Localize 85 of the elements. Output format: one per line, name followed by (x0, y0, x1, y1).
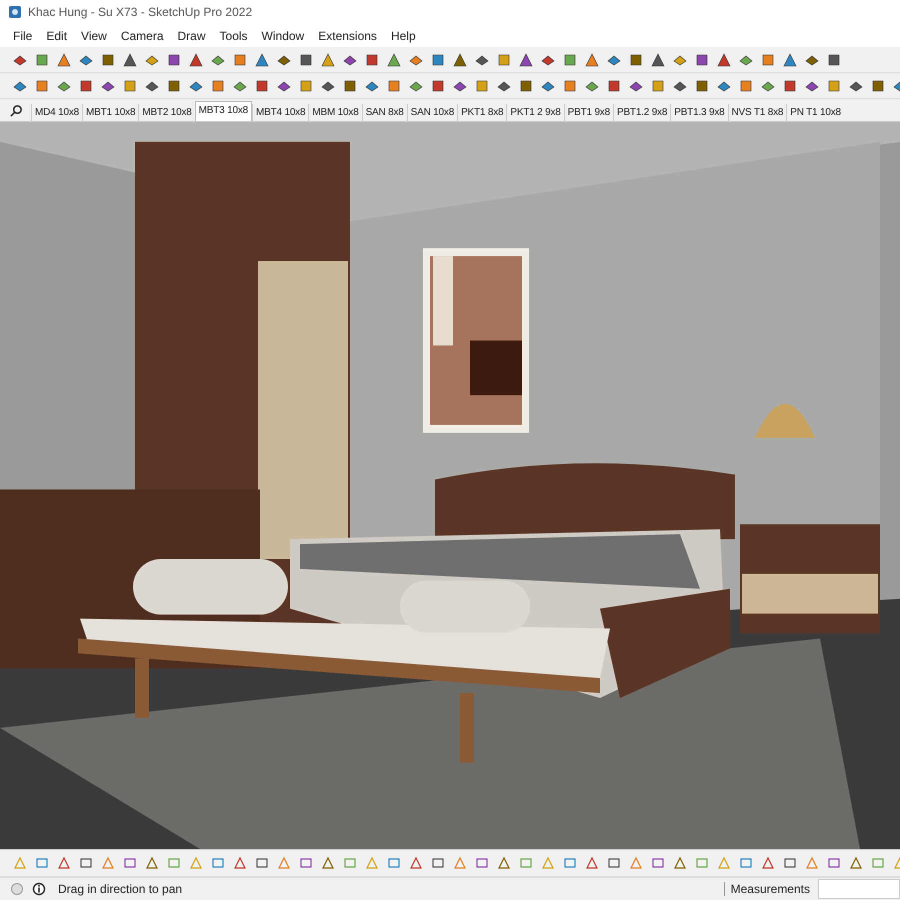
toolbar-icon[interactable] (826, 78, 842, 94)
measurements-label: Measurements (724, 882, 810, 896)
toolbar-icon[interactable] (694, 52, 710, 68)
toolbar-icon[interactable] (628, 52, 644, 68)
scene-tab[interactable]: MBT4 10x8 (252, 104, 308, 121)
status-hint: Drag in direction to pan (58, 882, 184, 896)
menu-item[interactable]: Help (384, 28, 423, 42)
toolbar-icon[interactable] (254, 52, 270, 68)
scene-tab[interactable]: PBT1.3 9x8 (670, 104, 728, 121)
scene-tab[interactable]: SAN 10x8 (406, 104, 458, 121)
toolbar-icon[interactable] (34, 78, 50, 94)
toolbar-icon[interactable] (122, 78, 138, 94)
toolbar-icon[interactable] (386, 78, 402, 94)
menu-item[interactable]: View (74, 28, 114, 42)
toolbar-icon[interactable] (122, 52, 138, 68)
toolbar-icon[interactable] (650, 52, 666, 68)
toolbar-icon[interactable] (452, 52, 468, 68)
scene-tab[interactable]: MBT1 10x8 (82, 104, 138, 121)
scene-tab[interactable]: MBM 10x8 (308, 104, 362, 121)
toolbar-icon[interactable] (166, 52, 182, 68)
menu-item[interactable]: Window (254, 28, 312, 42)
scene-tab[interactable]: PKT1 8x8 (457, 104, 506, 121)
toolbar-icon[interactable] (562, 52, 578, 68)
scene-tab[interactable]: MBT3 10x8 (194, 101, 252, 121)
toolbar-icon[interactable] (320, 52, 336, 68)
toolbar-icon[interactable] (298, 52, 314, 68)
toolbar-icon[interactable] (760, 52, 776, 68)
toolbar-icon[interactable] (78, 78, 94, 94)
menu-item[interactable]: Draw (170, 28, 213, 42)
menu-item[interactable]: Extensions (311, 28, 384, 42)
toolbar-icon[interactable] (518, 52, 534, 68)
toolbar-icon[interactable] (694, 78, 710, 94)
scene-tab[interactable]: PN T1 10x8 (786, 104, 844, 121)
scene-tab[interactable]: NVS T1 8x8 (728, 104, 786, 121)
toolbar-icon[interactable] (870, 78, 886, 94)
toolbar-icon[interactable] (518, 78, 534, 94)
toolbar-icon[interactable] (188, 52, 204, 68)
toolbar-icon[interactable] (826, 52, 842, 68)
toolbar-icon[interactable] (782, 78, 798, 94)
toolbar-icon[interactable] (496, 855, 512, 871)
measurements-field[interactable] (818, 879, 900, 899)
toolbar-icon[interactable] (144, 855, 160, 871)
toolbar-icon[interactable] (760, 855, 776, 871)
toolbar-icon[interactable] (430, 52, 446, 68)
toolbar-icon[interactable] (584, 52, 600, 68)
toolbar-icon[interactable] (232, 855, 248, 871)
toolbar-icon[interactable] (738, 78, 754, 94)
info-icon[interactable] (32, 882, 46, 896)
scene-tab[interactable]: SAN 8x8 (362, 104, 407, 121)
toolbar-icon[interactable] (298, 78, 314, 94)
scene-tab[interactable]: MD4 10x8 (31, 104, 82, 121)
toolbar-icon[interactable] (254, 78, 270, 94)
toolbar-icon[interactable] (848, 855, 864, 871)
toolbar-icon[interactable] (56, 855, 72, 871)
menu-item[interactable]: File (6, 28, 40, 42)
scene-tab[interactable]: PBT1.2 9x8 (612, 104, 670, 121)
toolbar-icon[interactable] (716, 52, 732, 68)
toolbar-icon[interactable] (496, 52, 512, 68)
toolbar-icon[interactable] (34, 52, 50, 68)
menu-item[interactable]: Tools (212, 28, 255, 42)
scene-tab[interactable]: PKT1 2 9x8 (506, 104, 564, 121)
toolbar-icon[interactable] (386, 52, 402, 68)
toolbar-icon[interactable] (606, 78, 622, 94)
menu-item[interactable]: Edit (39, 28, 74, 42)
toolbar-icon[interactable] (166, 78, 182, 94)
toolbar-icon[interactable] (584, 855, 600, 871)
toolbar-icon[interactable] (562, 78, 578, 94)
toolbar-icon[interactable] (782, 52, 798, 68)
toolbar-icon[interactable] (474, 78, 490, 94)
search-icon[interactable] (10, 104, 23, 117)
toolbar-icon[interactable] (100, 52, 116, 68)
window-title: Khac Hung - Su X73 - SketchUp Pro 2022 (28, 5, 252, 19)
scene-tab[interactable]: PBT1 9x8 (564, 104, 613, 121)
toolbar-icon[interactable] (364, 52, 380, 68)
toolbar-icon[interactable] (650, 78, 666, 94)
toolbar-icon[interactable] (56, 52, 72, 68)
toolbar-icon[interactable] (210, 78, 226, 94)
toolbar-icon[interactable] (672, 855, 688, 871)
menu-item[interactable]: Camera (114, 28, 171, 42)
toolbar-icon[interactable] (342, 78, 358, 94)
toolbar-icon[interactable] (320, 855, 336, 871)
toolbar-icon[interactable] (232, 52, 248, 68)
toolbar-icon[interactable] (430, 78, 446, 94)
app-logo-icon (8, 5, 22, 19)
toolbar-icon[interactable] (408, 855, 424, 871)
